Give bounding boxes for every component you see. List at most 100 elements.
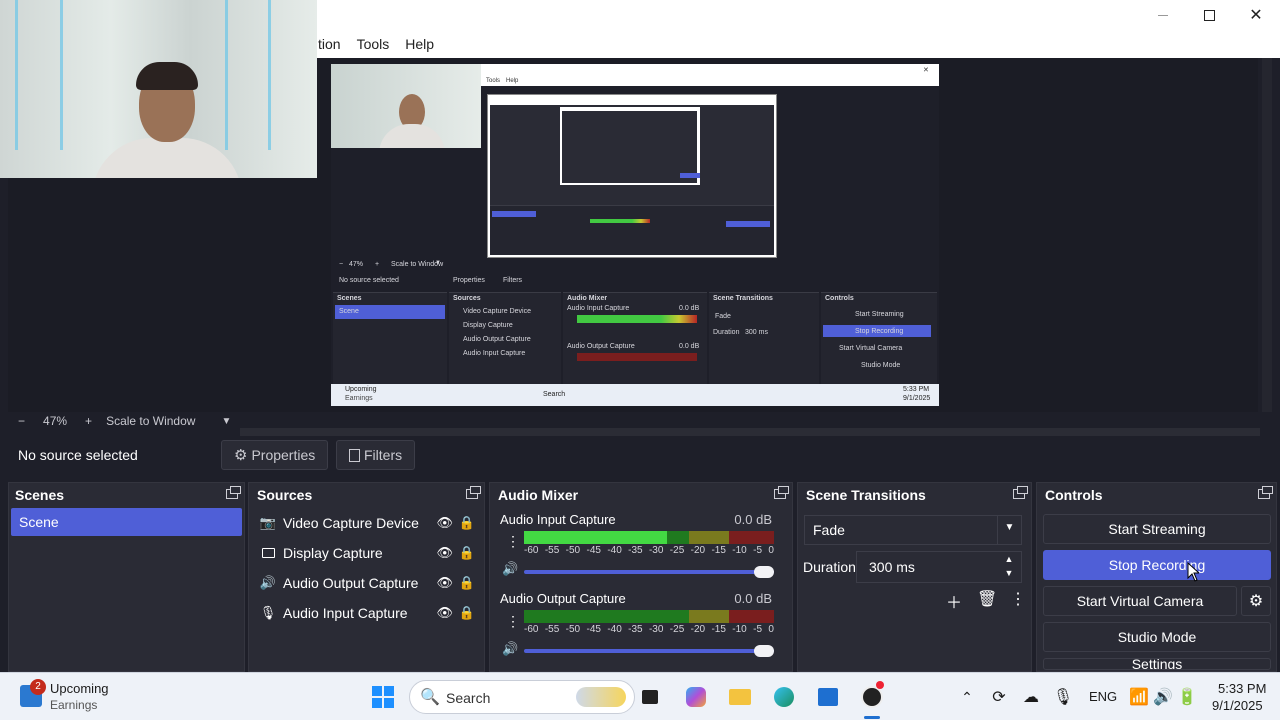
lock-icon[interactable]: 🔒 bbox=[459, 545, 475, 561]
clock-date[interactable]: 9/1/2025 bbox=[1212, 698, 1263, 713]
menu-item-help[interactable]: Help bbox=[397, 36, 442, 52]
source-item-audio-input[interactable]: 🎙 Audio Input Capture 👁 🔒 bbox=[259, 599, 481, 627]
mini-taskbar-time: 5:33 PM bbox=[903, 386, 930, 393]
preview-vertical-scrollbar[interactable] bbox=[1262, 58, 1272, 412]
mini-transitions-dock: Scene Transitions Fade Duration 300 ms bbox=[709, 292, 819, 384]
cloud-icon[interactable]: ☁ bbox=[1019, 685, 1043, 709]
copilot-icon[interactable] bbox=[684, 685, 708, 709]
notification-badge: 2 bbox=[30, 679, 46, 695]
menu-item-tools[interactable]: Tools bbox=[349, 36, 398, 52]
clock-time[interactable]: 5:33 PM bbox=[1218, 681, 1266, 696]
studio-mode-button[interactable]: Studio Mode bbox=[1043, 622, 1271, 652]
preview-horizontal-scrollbar[interactable] bbox=[240, 428, 1260, 436]
chevron-up-icon[interactable]: ⌃ bbox=[955, 685, 979, 709]
undock-icon[interactable] bbox=[774, 486, 789, 499]
eye-icon[interactable]: 👁 bbox=[436, 515, 453, 531]
zoom-in-button[interactable]: + bbox=[85, 414, 92, 428]
undock-icon[interactable] bbox=[466, 486, 481, 499]
close-button[interactable]: ✕ bbox=[1233, 0, 1279, 30]
properties-button[interactable]: ⚙ Properties bbox=[221, 440, 329, 470]
lock-icon[interactable]: 🔒 bbox=[459, 515, 475, 531]
battery-icon[interactable]: 🔋 bbox=[1175, 685, 1199, 709]
mini-recursive-highlight bbox=[680, 173, 700, 178]
mini-audio-input: Audio Input Capture bbox=[567, 305, 630, 312]
meter-tick-label: -35 bbox=[628, 624, 643, 635]
meter-tick-label: -40 bbox=[607, 624, 622, 635]
speaker-icon[interactable]: 🔊 bbox=[502, 641, 518, 657]
audio-input-volume-knob[interactable] bbox=[754, 566, 774, 578]
person-hair bbox=[136, 62, 198, 90]
mini-menu-help: Help bbox=[506, 78, 519, 84]
mini-source-3: Audio Output Capture bbox=[463, 336, 531, 343]
source-item-display-capture[interactable]: Display Capture 👁 🔒 bbox=[259, 539, 481, 567]
audio-output-volume-slider[interactable] bbox=[524, 649, 774, 653]
more-options-icon[interactable]: ⋮ bbox=[506, 613, 520, 630]
mini-audio-input-meter bbox=[577, 315, 697, 323]
meter-tick-label: 0 bbox=[768, 624, 774, 635]
mini-recursive-meter bbox=[590, 219, 650, 223]
source-item-audio-output[interactable]: 🔊 Audio Output Capture 👁 🔒 bbox=[259, 569, 481, 597]
meter-tick-label: -40 bbox=[607, 545, 622, 556]
filters-button[interactable]: Filters bbox=[336, 440, 416, 470]
scene-transitions-dock: Scene Transitions Fade ▼ Duration 300 ms… bbox=[797, 482, 1032, 672]
stop-recording-button[interactable]: Stop Recording bbox=[1043, 550, 1271, 580]
edge-browser-icon[interactable] bbox=[772, 685, 796, 709]
preview-canvas[interactable]: Tools Help ✕ − 47% + Scale to Window ▼ N… bbox=[331, 64, 939, 406]
mini-start-virtual-camera: Start Virtual Camera bbox=[839, 345, 903, 352]
speaker-icon[interactable]: 🔊 bbox=[502, 561, 518, 577]
microphone-icon[interactable]: 🎙 bbox=[1051, 685, 1075, 709]
mini-recursive-button bbox=[726, 221, 770, 227]
start-streaming-button[interactable]: Start Streaming bbox=[1043, 514, 1271, 544]
scene-item[interactable]: Scene bbox=[11, 508, 242, 536]
start-virtual-camera-button[interactable]: Start Virtual Camera bbox=[1043, 586, 1237, 616]
scale-mode-select[interactable]: Scale to Window bbox=[106, 414, 195, 428]
wifi-icon[interactable]: 📶 bbox=[1127, 685, 1151, 709]
meter-tick-label: -20 bbox=[690, 545, 706, 556]
eye-icon[interactable]: 👁 bbox=[436, 605, 453, 621]
trash-icon[interactable]: 🗑 bbox=[977, 589, 997, 609]
audio-mixer-dock: Audio Mixer Audio Input Capture 0.0 dB ⋮… bbox=[489, 482, 793, 672]
transition-select[interactable]: Fade ▼ bbox=[804, 515, 1022, 545]
start-menu-icon[interactable] bbox=[371, 685, 395, 709]
file-explorer-icon[interactable] bbox=[728, 685, 752, 709]
microsoft-store-icon[interactable] bbox=[816, 685, 840, 709]
taskbar-search-box[interactable]: 🔍 Search bbox=[409, 680, 635, 714]
source-item-video-capture[interactable]: 📷 Video Capture Device 👁 🔒 bbox=[259, 509, 481, 537]
virtual-camera-settings-button[interactable]: ⚙ bbox=[1241, 586, 1271, 616]
eye-icon[interactable]: 👁 bbox=[436, 575, 453, 591]
meter-tick-label: -50 bbox=[565, 545, 581, 556]
undock-icon[interactable] bbox=[226, 486, 241, 499]
unlock-icon[interactable]: 🔒 bbox=[459, 605, 475, 621]
minimize-button[interactable] bbox=[1140, 0, 1186, 30]
undock-icon[interactable] bbox=[1013, 486, 1028, 499]
widget-title[interactable]: Upcoming bbox=[50, 681, 109, 696]
source-label: Audio Output Capture bbox=[283, 575, 419, 591]
chevron-down-icon[interactable]: ▼ bbox=[999, 568, 1019, 582]
no-source-selected-label: No source selected bbox=[18, 447, 138, 463]
more-options-icon[interactable]: ⋮ bbox=[506, 533, 520, 550]
widget-subtitle: Earnings bbox=[50, 698, 98, 712]
mini-webcam bbox=[331, 64, 481, 148]
volume-icon[interactable]: 🔊 bbox=[1151, 685, 1175, 709]
eye-icon[interactable]: 👁 bbox=[436, 545, 453, 561]
mini-audio-output: Audio Output Capture bbox=[567, 343, 635, 350]
language-indicator[interactable]: ENG bbox=[1089, 689, 1117, 704]
zoom-out-button[interactable]: − bbox=[18, 414, 25, 428]
maximize-button[interactable] bbox=[1186, 0, 1232, 30]
sync-icon[interactable]: ⟳ bbox=[987, 685, 1011, 709]
settings-button[interactable]: Settings bbox=[1043, 658, 1271, 670]
audio-output-volume-knob[interactable] bbox=[754, 645, 774, 657]
more-options-icon[interactable]: ⋮ bbox=[1010, 589, 1026, 609]
chevron-up-icon[interactable]: ▲ bbox=[999, 554, 1019, 568]
task-view-icon[interactable] bbox=[638, 685, 662, 709]
undock-icon[interactable] bbox=[1258, 486, 1273, 499]
duration-value: 300 ms bbox=[869, 559, 915, 575]
mini-close-icon: ✕ bbox=[923, 67, 929, 74]
chevron-down-icon[interactable]: ▼ bbox=[221, 416, 231, 427]
audio-input-volume-slider[interactable] bbox=[524, 570, 774, 574]
unlock-icon[interactable]: 🔒 bbox=[459, 575, 475, 591]
mini-audio-output-db: 0.0 dB bbox=[679, 343, 700, 350]
search-icon: 🔍 bbox=[420, 689, 440, 706]
duration-input[interactable]: 300 ms ▲ ▼ bbox=[856, 551, 1022, 583]
add-transition-icon[interactable]: ＋ bbox=[946, 589, 962, 613]
